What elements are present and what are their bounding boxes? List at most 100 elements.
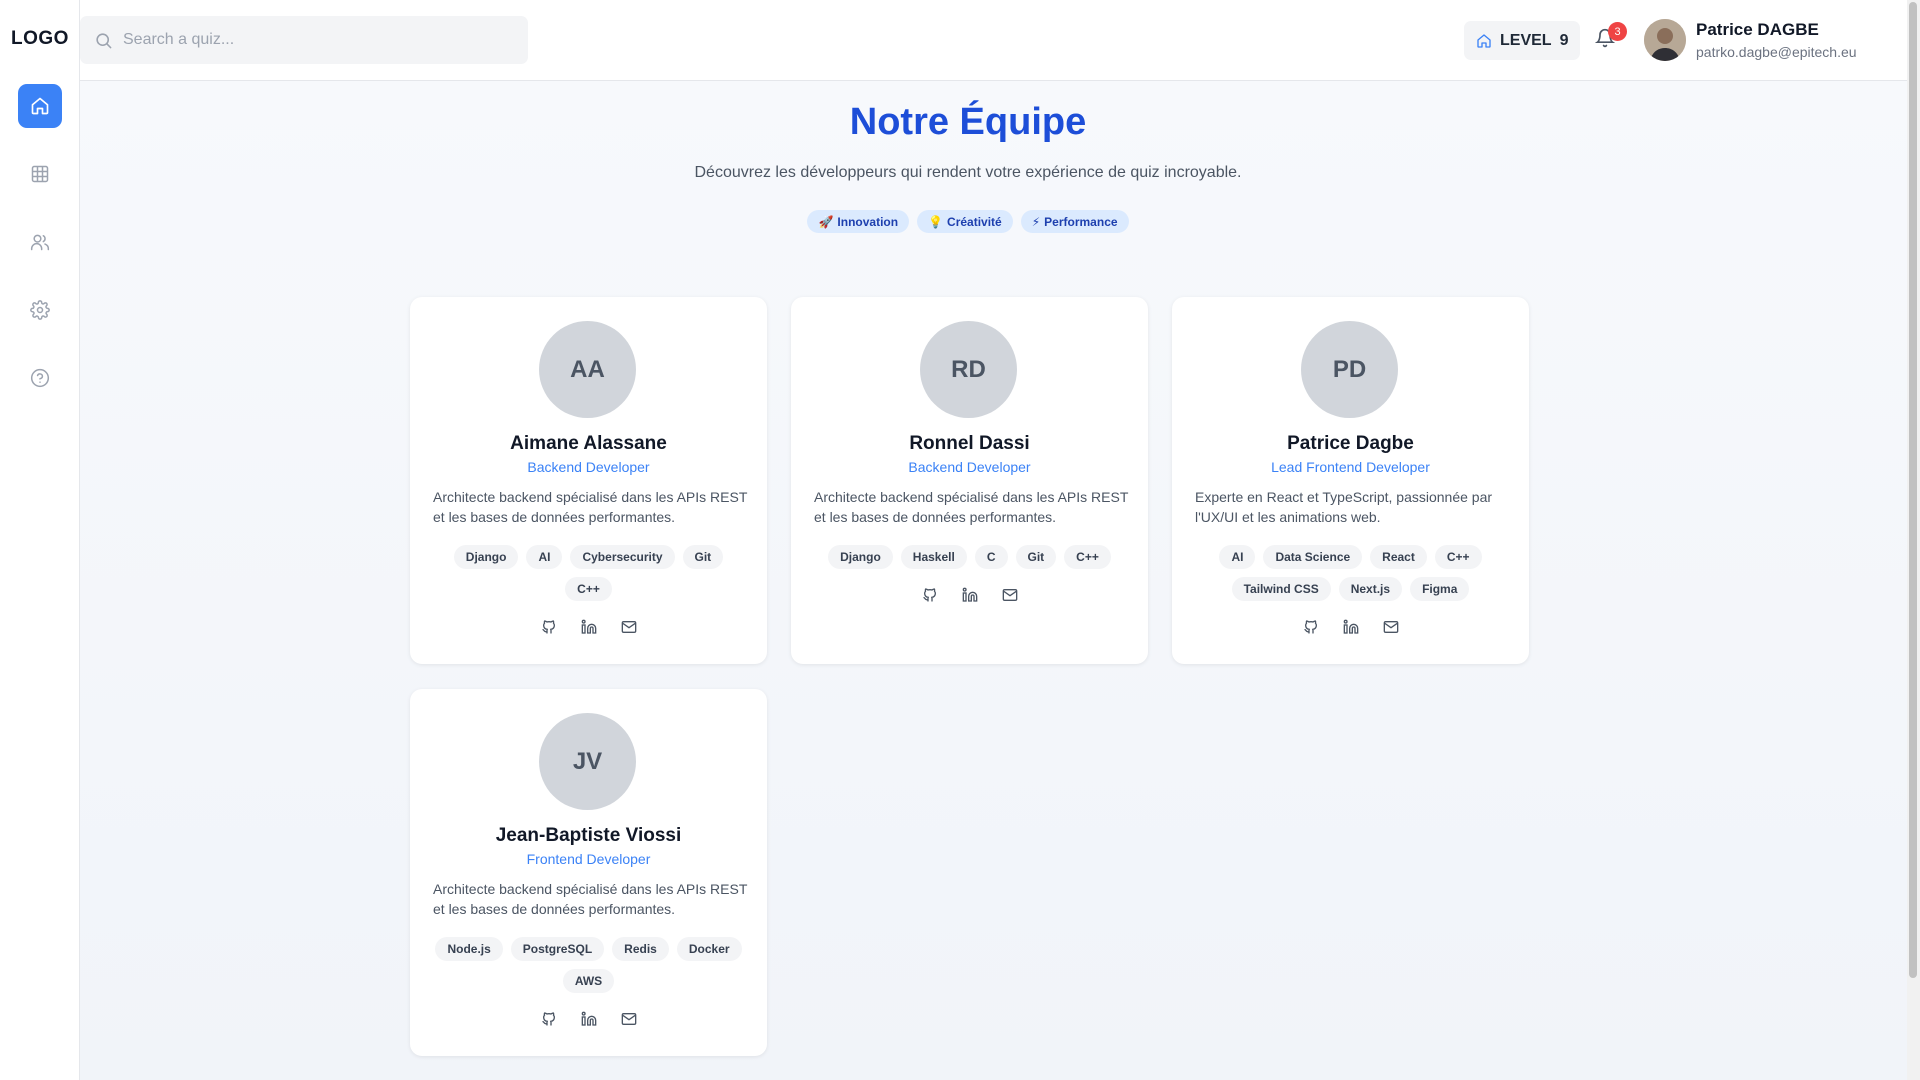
level-indicator: LEVEL 9 xyxy=(1464,21,1581,60)
sidebar: LOGO xyxy=(0,0,80,1080)
member-avatar: RD xyxy=(920,321,1017,418)
github-icon xyxy=(922,588,936,602)
member-role: Frontend Developer xyxy=(526,851,651,867)
skill-tag: React xyxy=(1370,545,1427,569)
scrollbar-thumb[interactable] xyxy=(1909,2,1917,978)
member-role: Lead Frontend Developer xyxy=(1271,459,1430,475)
social-links xyxy=(1172,619,1529,635)
member-avatar: AA xyxy=(539,321,636,418)
skill-tag: Django xyxy=(828,545,893,569)
member-name: Ronnel Dassi xyxy=(909,433,1030,454)
user-name[interactable]: Patrice DAGBE xyxy=(1696,20,1819,40)
linkedin-icon xyxy=(962,587,977,602)
skill-tag: Data Science xyxy=(1263,545,1363,569)
skill-tag: C++ xyxy=(1434,545,1482,569)
skill-tag: C++ xyxy=(1064,545,1111,569)
search-bar[interactable] xyxy=(80,16,528,64)
team-card: PD Patrice Dagbe Lead Frontend Developer… xyxy=(1172,297,1529,664)
lightning-icon: ⚡ xyxy=(1031,214,1041,229)
member-avatar: JV xyxy=(539,713,636,810)
github-link[interactable] xyxy=(1303,619,1319,635)
pill-innovation: 🚀 Innovation xyxy=(807,210,910,233)
member-bio: Experte en React et TypeScript, passionn… xyxy=(1195,489,1493,525)
member-bio: Architecte backend spécialisé dans les A… xyxy=(814,489,1129,525)
skill-tag: AWS xyxy=(562,969,615,993)
skill-list: Django AI Cybersecurity Git C++ xyxy=(430,545,747,601)
linkedin-icon xyxy=(581,619,596,634)
value-pills: 🚀 Innovation 💡 Créativité ⚡ Performance xyxy=(80,210,1856,233)
linkedin-link[interactable] xyxy=(581,1011,597,1027)
mail-icon xyxy=(621,621,636,633)
sidebar-item-settings[interactable] xyxy=(18,288,62,332)
github-link[interactable] xyxy=(541,1011,557,1027)
avatar[interactable] xyxy=(1644,19,1686,61)
sidebar-item-users[interactable] xyxy=(18,220,62,264)
github-link[interactable] xyxy=(922,587,938,603)
search-icon xyxy=(96,32,112,48)
sidebar-item-grid[interactable] xyxy=(18,152,62,196)
mail-icon xyxy=(621,1013,636,1025)
member-role: Backend Developer xyxy=(527,459,650,475)
team-card: JV Jean-Baptiste Viossi Frontend Develop… xyxy=(410,689,767,1056)
team-card: AA Aimane Alassane Backend Developer Arc… xyxy=(410,297,767,664)
member-bio: Architecte backend spécialisé dans les A… xyxy=(433,489,748,525)
help-circle-icon xyxy=(30,368,50,388)
top-bar: LEVEL 9 3 Patrice DAGBE patrko.dagbe@epi… xyxy=(80,0,1920,81)
lightbulb-icon: 💡 xyxy=(928,214,944,229)
skill-tag: Node.js xyxy=(435,937,503,961)
member-role: Backend Developer xyxy=(908,459,1031,475)
skill-tag: Figma xyxy=(1410,577,1470,601)
skill-tag: Django xyxy=(453,545,519,569)
skill-tag: Next.js xyxy=(1338,577,1403,601)
email-link[interactable] xyxy=(621,1011,637,1027)
email-link[interactable] xyxy=(1002,587,1018,603)
users-icon xyxy=(30,234,50,251)
page-title: Notre Équipe xyxy=(849,101,1087,143)
skill-tag: Git xyxy=(1015,545,1057,569)
skill-tag: C xyxy=(974,545,1008,569)
member-name: Patrice Dagbe xyxy=(1287,433,1414,454)
github-icon xyxy=(541,1012,555,1026)
email-link[interactable] xyxy=(1383,619,1399,635)
email-link[interactable] xyxy=(621,619,637,635)
github-link[interactable] xyxy=(541,619,557,635)
skill-list: Node.js PostgreSQL Redis Docker AWS xyxy=(430,937,747,993)
skill-tag: Haskell xyxy=(900,545,967,569)
sidebar-item-home[interactable] xyxy=(18,84,62,128)
home-icon xyxy=(31,97,49,115)
skill-tag: Tailwind CSS xyxy=(1231,577,1331,601)
search-input[interactable] xyxy=(123,31,503,49)
sidebar-item-help[interactable] xyxy=(18,356,62,400)
skill-tag: AI xyxy=(1219,545,1256,569)
rocket-icon: 🚀 xyxy=(818,214,834,229)
grid-icon xyxy=(31,165,49,183)
linkedin-link[interactable] xyxy=(962,587,978,603)
github-icon xyxy=(541,620,555,634)
linkedin-link[interactable] xyxy=(1343,619,1359,635)
logo[interactable]: LOGO xyxy=(0,28,80,50)
linkedin-icon xyxy=(581,1011,596,1026)
social-links xyxy=(410,1011,767,1027)
social-links xyxy=(410,619,767,635)
user-email: patrko.dagbe@epitech.eu xyxy=(1696,44,1857,60)
home-icon xyxy=(1477,33,1491,48)
level-value: 9 xyxy=(1559,31,1569,49)
member-bio: Architecte backend spécialisé dans les A… xyxy=(433,881,748,917)
skill-tag: Cybersecurity xyxy=(570,545,675,569)
skill-list: AI Data Science React C++ Tailwind CSS N… xyxy=(1192,545,1509,601)
page-scrollbar[interactable] xyxy=(1907,0,1920,1080)
social-links xyxy=(791,587,1148,603)
github-icon xyxy=(1303,620,1317,634)
skill-tag: Redis xyxy=(612,937,669,961)
notification-badge: 3 xyxy=(1608,22,1627,41)
skill-tag: C++ xyxy=(565,577,612,601)
pill-performance: ⚡ Performance xyxy=(1020,210,1129,233)
gear-icon xyxy=(30,300,50,320)
linkedin-link[interactable] xyxy=(581,619,597,635)
team-card: RD Ronnel Dassi Backend Developer Archit… xyxy=(791,297,1148,664)
member-name: Jean-Baptiste Viossi xyxy=(495,825,682,846)
skill-tag: Git xyxy=(682,545,724,569)
member-avatar: PD xyxy=(1301,321,1398,418)
skill-tag: Docker xyxy=(676,937,742,961)
mail-icon xyxy=(1002,589,1017,601)
